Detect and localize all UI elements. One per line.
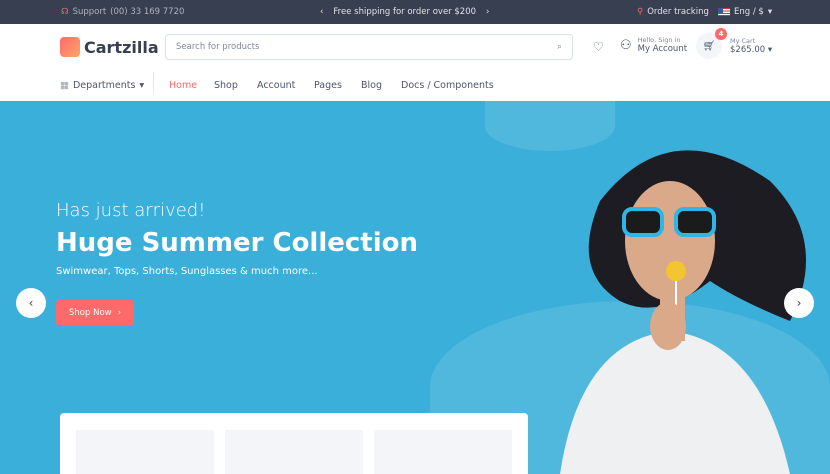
shop-now-label: Shop Now: [69, 307, 112, 318]
support-phone: (00) 33 169 7720: [110, 7, 185, 17]
cart-label: My Cart: [730, 37, 756, 45]
departments-menu[interactable]: ▦ Departments ▾: [60, 80, 144, 91]
account-link[interactable]: ⚇ Hello, Sign in My Account: [620, 36, 687, 54]
product-card[interactable]: [76, 430, 214, 474]
headset-icon: ☊: [61, 7, 69, 17]
promo-prev-icon[interactable]: ‹: [320, 7, 323, 17]
nav-blog[interactable]: Blog: [361, 80, 382, 91]
departments-label: Departments: [72, 80, 136, 91]
topbar: ☊ Support (00) 33 169 7720 ‹ Free shipping …: [0, 0, 830, 24]
shop-now-button[interactable]: Shop Now ›: [56, 300, 134, 325]
brand-name: Cartzilla: [84, 37, 159, 57]
search-placeholder: Search for products: [176, 42, 260, 52]
chevron-right-icon: ›: [796, 296, 802, 310]
heart-icon[interactable]: ♡: [593, 40, 604, 54]
product-card[interactable]: [374, 430, 512, 474]
hero-subtitle: Has just arrived!: [56, 200, 206, 221]
hero-description: Swimwear, Tops, Shorts, Sunglasses & muc…: [56, 266, 318, 277]
order-tracking-link[interactable]: ⚲ Order tracking: [637, 7, 709, 17]
nav-home[interactable]: Home: [169, 80, 197, 91]
nav-pages[interactable]: Pages: [314, 80, 342, 91]
slider-next-button[interactable]: ›: [784, 288, 814, 318]
language-label: Eng / $: [734, 7, 764, 17]
promo-text: Free shipping for order over $200: [333, 7, 477, 17]
chevron-left-icon: ‹: [28, 296, 34, 310]
search-icon[interactable]: ⌕: [557, 42, 562, 52]
account-label: My Account: [637, 44, 688, 54]
promo-next-icon[interactable]: ›: [486, 7, 489, 17]
account-greeting: Hello, Sign in: [637, 36, 681, 44]
cart-icon: 🛒︎: [702, 40, 716, 52]
logo[interactable]: Cartzilla: [60, 37, 159, 57]
support-label: Support: [72, 7, 107, 17]
main-nav: ▦ Departments ▾ Home Shop Account Pages Bl…: [0, 70, 830, 101]
support-link[interactable]: ☊ Support (00) 33 169 7720: [61, 7, 184, 17]
order-tracking-label: Order tracking: [647, 7, 709, 17]
cart-button[interactable]: 🛒︎ 4 My Cart $265.00 ▾: [696, 28, 772, 59]
cart-count-badge: 4: [715, 28, 727, 40]
search-input[interactable]: Search for products ⌕: [165, 34, 573, 60]
product-card[interactable]: [225, 430, 363, 474]
nav-shop[interactable]: Shop: [214, 80, 238, 91]
caret-down-icon: ▾: [767, 7, 773, 17]
featured-products-panel: [60, 413, 528, 474]
caret-down-icon: ▾: [139, 80, 145, 91]
map-pin-icon: ⚲: [637, 7, 644, 17]
cart-total: $265.00: [730, 45, 766, 55]
hero-title: Huge Summer Collection: [56, 228, 419, 258]
language-selector[interactable]: Eng / $ ▾: [718, 7, 772, 17]
cart-logo-icon: [60, 37, 80, 57]
grid-icon: ▦: [60, 80, 69, 91]
nav-docs[interactable]: Docs / Components: [401, 80, 494, 91]
us-flag-icon: [718, 8, 730, 16]
nav-account[interactable]: Account: [257, 80, 295, 91]
chevron-right-icon: ›: [117, 307, 121, 318]
slider-prev-button[interactable]: ‹: [16, 288, 46, 318]
hero-slider: Has just arrived! Huge Summer Collection…: [0, 101, 830, 474]
user-icon: ⚇: [620, 37, 632, 53]
nav-divider: [153, 72, 154, 94]
